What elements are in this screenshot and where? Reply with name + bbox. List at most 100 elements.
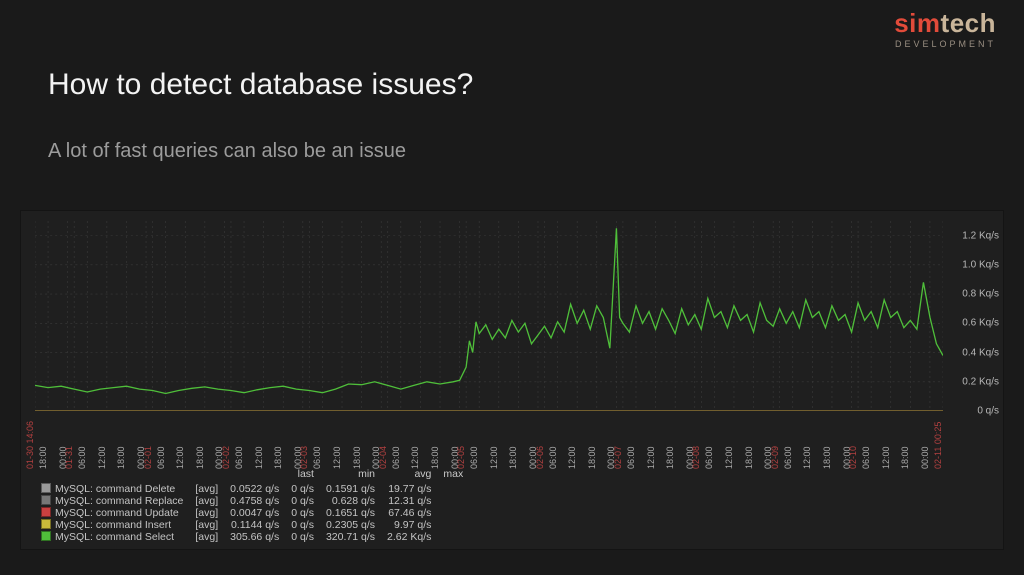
legend-label: MySQL: command Select	[55, 531, 174, 543]
brand-sub: DEVELOPMENT	[894, 40, 996, 49]
x-tick: 18:00	[509, 446, 518, 469]
x-tick: 12:00	[803, 446, 812, 469]
x-tick: 18:00	[745, 446, 754, 469]
x-tick: 06:00	[313, 446, 322, 469]
brand-name-a: sim	[894, 8, 940, 38]
legend-col-header: last	[285, 468, 320, 483]
y-tick: 0.8 Kq/s	[962, 289, 999, 300]
x-tick: 01-30 14:06	[26, 421, 35, 469]
legend-min: 0 q/s	[285, 507, 320, 519]
y-tick: 0 q/s	[977, 406, 999, 417]
legend-col-header: avg	[381, 468, 437, 483]
x-tick: 02-05	[457, 446, 466, 469]
x-tick: 18:00	[274, 446, 283, 469]
x-tick: 12:00	[490, 446, 499, 469]
legend-row[interactable]: MySQL: command Delete[avg]0.0522 q/s0 q/…	[35, 483, 469, 495]
y-tick: 0.2 Kq/s	[962, 376, 999, 387]
legend-label: MySQL: command Delete	[55, 483, 175, 495]
x-tick: 12:00	[411, 446, 420, 469]
y-tick: 1.2 Kq/s	[962, 230, 999, 241]
legend-stat: [avg]	[189, 507, 224, 519]
legend-swatch	[41, 507, 51, 517]
x-tick: 01-31	[65, 446, 74, 469]
legend-swatch	[41, 495, 51, 505]
legend-avg: 320.71 q/s	[320, 531, 381, 543]
x-tick: 02-11 00:25	[934, 422, 943, 469]
page-subtitle: A lot of fast queries can also be an iss…	[48, 140, 406, 163]
chart-y-axis: 0 q/s0.2 Kq/s0.4 Kq/s0.6 Kq/s0.8 Kq/s1.0…	[947, 221, 999, 411]
x-tick: 18:00	[353, 446, 362, 469]
x-tick: 12:00	[333, 446, 342, 469]
legend-last: 0.0047 q/s	[224, 507, 285, 519]
x-tick: 18:00	[901, 446, 910, 469]
legend-max: 9.97 q/s	[381, 519, 437, 531]
chart-panel: 0 q/s 0.2 Kq/s 0.4 Kq/s 0.6 Kq/s 0.8 Kq/s 1.0…	[20, 210, 1004, 550]
legend-swatch	[41, 519, 51, 529]
legend-avg: 0.1591 q/s	[320, 483, 381, 495]
x-tick: 06:00	[392, 446, 401, 469]
legend-row[interactable]: MySQL: command Select [avg]305.66 q/s0 q/…	[35, 531, 469, 543]
legend-stat: [avg]	[189, 495, 224, 507]
y-tick: 0.6 Kq/s	[962, 318, 999, 329]
x-tick: 02-02	[222, 446, 231, 469]
legend-label: MySQL: command Update	[55, 507, 179, 519]
legend-swatch	[41, 531, 51, 541]
legend-table: lastminavgmax MySQL: command Delete[avg]…	[35, 468, 469, 543]
legend-min: 0 q/s	[285, 483, 320, 495]
x-tick: 06:00	[235, 446, 244, 469]
legend-col-header: min	[320, 468, 381, 483]
x-tick: 06:00	[78, 446, 87, 469]
y-tick: 0.4 Kq/s	[962, 347, 999, 358]
legend-min: 0 q/s	[285, 531, 320, 543]
page-title: How to detect database issues?	[48, 68, 473, 102]
legend-last: 305.66 q/s	[224, 531, 285, 543]
legend-stat: [avg]	[189, 531, 224, 543]
chart-x-axis: 01-30 14:0618:0000:0001-3106:0012:0018:0…	[35, 414, 943, 469]
x-tick: 12:00	[647, 446, 656, 469]
legend-last: 0.1144 q/s	[224, 519, 285, 531]
legend-avg: 0.1651 q/s	[320, 507, 381, 519]
legend-min: 0 q/s	[285, 519, 320, 531]
legend-col-header	[224, 468, 285, 483]
legend-label: MySQL: command Replace	[55, 495, 183, 507]
x-tick: 18:00	[196, 446, 205, 469]
x-tick: 02-03	[300, 446, 309, 469]
legend-row[interactable]: MySQL: command Update [avg]0.0047 q/s0 q/…	[35, 507, 469, 519]
legend-max: 2.62 Kq/s	[381, 531, 437, 543]
x-tick: 18:00	[666, 446, 675, 469]
x-tick: 02-04	[379, 446, 388, 469]
legend-min: 0 q/s	[285, 495, 320, 507]
x-tick: 06:00	[862, 446, 871, 469]
legend-row[interactable]: MySQL: command Replace [avg]0.4758 q/s0 q…	[35, 495, 469, 507]
x-tick: 02-10	[849, 446, 858, 469]
brand-logo: simtech DEVELOPMENT	[894, 10, 996, 49]
x-tick: 18:00	[39, 446, 48, 469]
x-tick: 12:00	[568, 446, 577, 469]
x-tick: 06:00	[627, 446, 636, 469]
legend-last: 0.0522 q/s	[224, 483, 285, 495]
x-tick: 12:00	[725, 446, 734, 469]
x-tick: 18:00	[117, 446, 126, 469]
legend-header-row: lastminavgmax	[35, 468, 469, 483]
x-tick: 06:00	[470, 446, 479, 469]
x-tick: 12:00	[882, 446, 891, 469]
legend-max: 19.77 q/s	[381, 483, 437, 495]
legend-col-header: max	[437, 468, 469, 483]
legend-col-header	[189, 468, 224, 483]
x-tick: 12:00	[255, 446, 264, 469]
x-tick: 06:00	[784, 446, 793, 469]
y-tick: 1.0 Kq/s	[962, 259, 999, 270]
legend-last: 0.4758 q/s	[224, 495, 285, 507]
x-tick: 18:00	[588, 446, 597, 469]
legend-row[interactable]: MySQL: command Insert[avg]0.1144 q/s0 q/…	[35, 519, 469, 531]
legend-max: 67.46 q/s	[381, 507, 437, 519]
x-tick: 06:00	[549, 446, 558, 469]
chart-svg	[35, 221, 943, 411]
brand-name-b: tech	[941, 8, 996, 38]
legend-swatch	[41, 483, 51, 493]
x-tick: 02-07	[614, 446, 623, 469]
x-tick: 12:00	[176, 446, 185, 469]
legend-stat: [avg]	[189, 519, 224, 531]
legend-max: 12.31 q/s	[381, 495, 437, 507]
x-tick: 02-01	[144, 446, 153, 469]
